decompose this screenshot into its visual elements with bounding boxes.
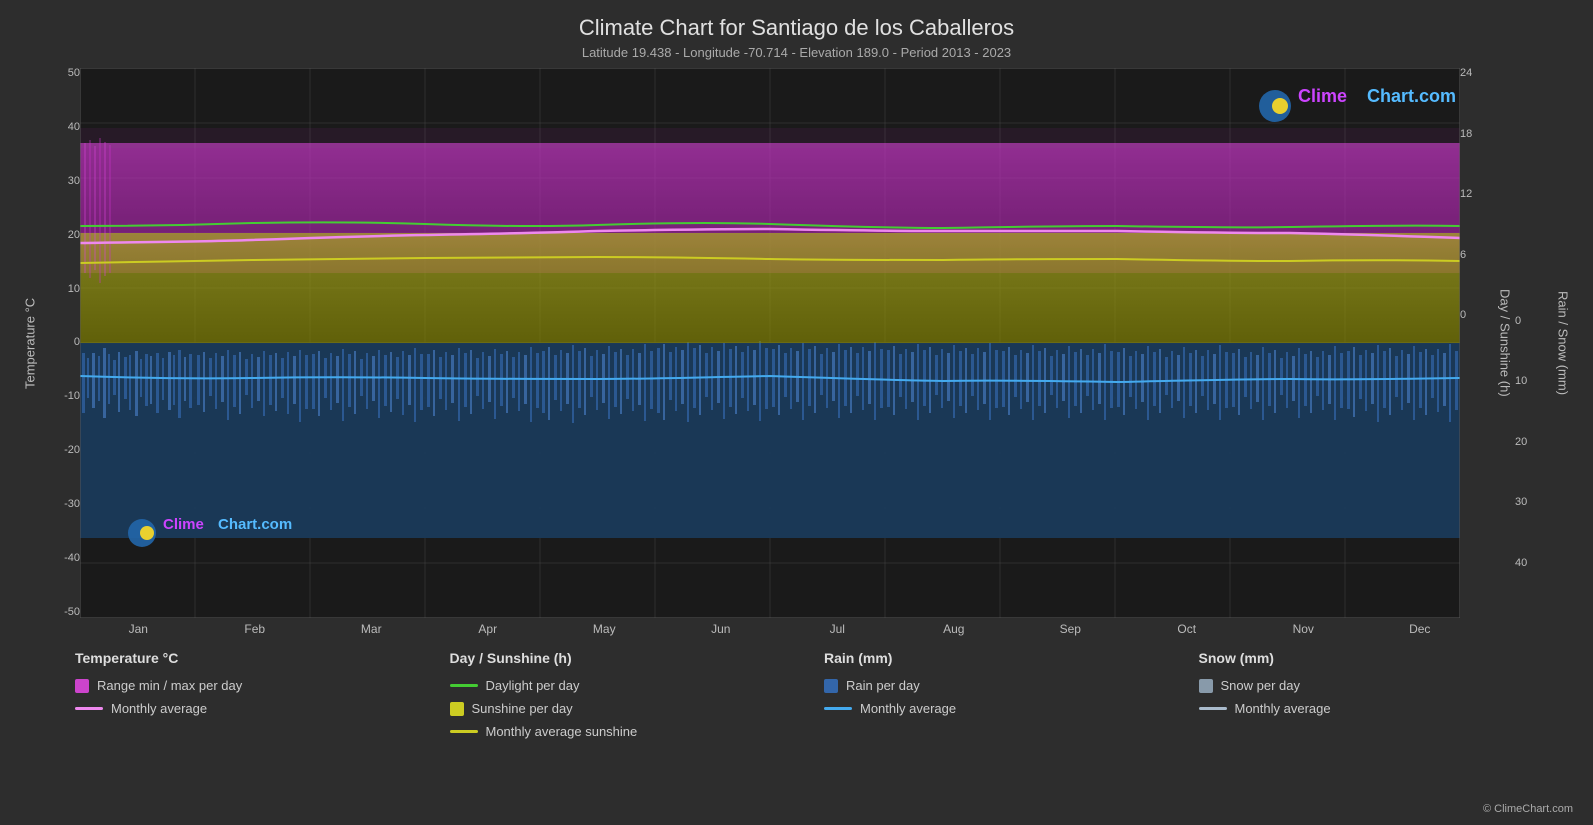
legend-label-daylight: Daylight per day <box>486 678 580 693</box>
svg-text:Chart.com: Chart.com <box>218 516 292 533</box>
legend-col-snow: Snow (mm) Snow per day Monthly average <box>1199 650 1574 739</box>
chart-area-wrapper: Temperature °C 50 40 30 20 10 0 -10 -20 … <box>20 68 1573 618</box>
legend-item-snow-per-day: Snow per day <box>1199 678 1574 693</box>
legend-item-rain-avg: Monthly average <box>824 701 1199 716</box>
legend-item-temp-avg: Monthly average <box>75 701 450 716</box>
legend-swatch-temp-range <box>75 679 89 693</box>
right-axis-label-sunshine: Day / Sunshine (h) <box>1495 68 1515 618</box>
legend-item-temp-range: Range min / max per day <box>75 678 450 693</box>
legend-label-snow-per-day: Snow per day <box>1221 678 1301 693</box>
legend-col-temperature: Temperature °C Range min / max per day M… <box>75 650 450 739</box>
chart-container: Climate Chart for Santiago de los Caball… <box>0 0 1593 825</box>
chart-svg: Clime Chart.com Clime Chart.com <box>80 68 1460 618</box>
legend-label-sunshine-per-day: Sunshine per day <box>472 701 573 716</box>
legend-label-temp-avg: Monthly average <box>111 701 207 716</box>
chart-svg-area: Clime Chart.com Clime Chart.com <box>80 68 1460 618</box>
legend-label-rain-avg: Monthly average <box>860 701 956 716</box>
legend-swatch-rain <box>824 679 838 693</box>
legend-item-sunshine-avg: Monthly average sunshine <box>450 724 825 739</box>
legend-line-temp-avg <box>75 707 103 710</box>
svg-text:Chart.com: Chart.com <box>1367 86 1456 106</box>
svg-text:Clime: Clime <box>1298 86 1347 106</box>
right-axis-label-rain: Rain / Snow (mm) <box>1553 68 1573 618</box>
legend-line-snow-avg <box>1199 707 1227 710</box>
legend-col-snow-title: Snow (mm) <box>1199 650 1574 666</box>
legend-label-sunshine-avg: Monthly average sunshine <box>486 724 638 739</box>
legend-line-daylight <box>450 684 478 687</box>
legend-label-temp-range: Range min / max per day <box>97 678 242 693</box>
left-axis-label: Temperature °C <box>20 68 40 618</box>
legend-item-daylight: Daylight per day <box>450 678 825 693</box>
legend-line-sunshine-avg <box>450 730 478 733</box>
svg-text:Clime: Clime <box>163 516 204 533</box>
legend-col-rain-title: Rain (mm) <box>824 650 1199 666</box>
legend-col-sunshine-title: Day / Sunshine (h) <box>450 650 825 666</box>
sunshine-area <box>80 233 1460 343</box>
legend-line-rain-avg <box>824 707 852 710</box>
legend-swatch-snow <box>1199 679 1213 693</box>
legend-item-rain-per-day: Rain per day <box>824 678 1199 693</box>
legend-item-snow-avg: Monthly average <box>1199 701 1574 716</box>
legend-label-snow-avg: Monthly average <box>1235 701 1331 716</box>
right-axis-rain-ticks: 0 10 20 30 40 <box>1515 68 1553 618</box>
legend-col-sunshine: Day / Sunshine (h) Daylight per day Suns… <box>450 650 825 739</box>
chart-subtitle: Latitude 19.438 - Longitude -70.714 - El… <box>20 45 1573 60</box>
legend-label-rain-per-day: Rain per day <box>846 678 920 693</box>
x-axis-labels: Jan Feb Mar Apr May Jun Jul Aug Sep Oct … <box>80 622 1478 636</box>
right-axis-sunshine-ticks: 24 18 12 6 0 <box>1460 68 1495 618</box>
chart-title: Climate Chart for Santiago de los Caball… <box>20 15 1573 41</box>
climechart-logo-bottom: © ClimeChart.com <box>1483 803 1573 815</box>
legend-item-sunshine-per-day: Sunshine per day <box>450 701 825 716</box>
legend-col-temperature-title: Temperature °C <box>75 650 450 666</box>
legend-swatch-sunshine <box>450 702 464 716</box>
left-axis-ticks: 50 40 30 20 10 0 -10 -20 -30 -40 -50 <box>42 68 80 618</box>
legend-col-rain: Rain (mm) Rain per day Monthly average <box>824 650 1199 739</box>
legend-area: Temperature °C Range min / max per day M… <box>20 650 1573 739</box>
